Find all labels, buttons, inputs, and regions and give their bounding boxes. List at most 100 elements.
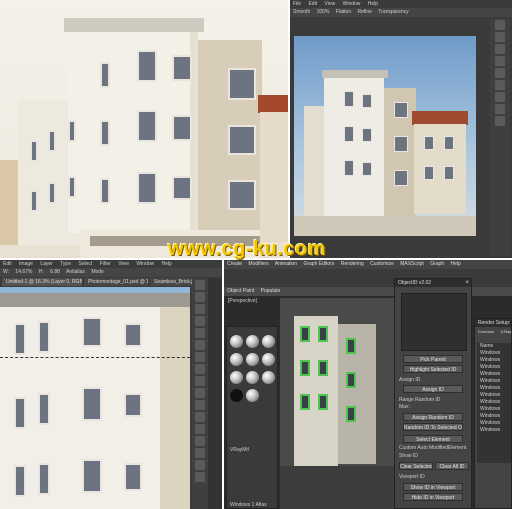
assign-id-button[interactable]: Assign ID (403, 385, 463, 393)
list-item[interactable]: Windows (477, 364, 511, 371)
option[interactable]: W: (3, 269, 9, 275)
list-item[interactable]: Windows (477, 378, 511, 385)
menu-item[interactable]: Create (227, 261, 242, 267)
menu-item[interactable]: Window (343, 1, 361, 7)
close-icon[interactable]: × (465, 279, 469, 287)
menu-item[interactable]: Filter (100, 261, 111, 267)
menu-item[interactable]: MAXScript (400, 261, 424, 267)
tool-button[interactable] (195, 376, 205, 386)
tool-button[interactable] (195, 316, 205, 326)
tool-button[interactable] (195, 460, 205, 470)
menu-item[interactable]: Help (368, 1, 378, 7)
tool-button[interactable] (195, 292, 205, 302)
tool-button[interactable] (195, 412, 205, 422)
material-sphere[interactable] (262, 371, 275, 384)
tool-button[interactable] (495, 80, 505, 90)
tool-button[interactable] (195, 340, 205, 350)
menu-item[interactable]: View (118, 261, 129, 267)
option[interactable]: Refine (358, 9, 372, 15)
random-id-to-selected-button[interactable]: Random ID To Selected Object (403, 423, 463, 431)
highlight-selected-id-button[interactable]: Highlight Selected ID (403, 365, 463, 373)
material-sphere[interactable] (230, 371, 243, 384)
tool-button[interactable] (195, 424, 205, 434)
tool-button[interactable] (195, 400, 205, 410)
perspective-viewport[interactable] (280, 298, 394, 509)
menu-item[interactable]: Edit (308, 1, 317, 7)
select-element-button[interactable]: Select Element (403, 435, 463, 443)
material-sphere[interactable] (262, 353, 275, 366)
tool-button[interactable] (195, 436, 205, 446)
menu-item[interactable]: Customize (370, 261, 394, 267)
render-tab[interactable]: V-Ray (500, 329, 511, 334)
tool-button[interactable] (495, 56, 505, 66)
material-sphere[interactable] (246, 353, 259, 366)
option[interactable]: Antialias (66, 269, 85, 275)
list-item[interactable]: Windows (477, 420, 511, 427)
menu-item[interactable]: File (293, 1, 301, 7)
material-sphere[interactable] (262, 335, 275, 348)
list-item[interactable]: Windows (477, 357, 511, 364)
tool-button[interactable] (195, 388, 205, 398)
menu-item[interactable]: Rendering (341, 261, 364, 267)
option[interactable]: Mode (91, 269, 104, 275)
list-item[interactable]: Windows (477, 350, 511, 357)
tool-button[interactable] (195, 304, 205, 314)
list-item[interactable]: Windows (477, 399, 511, 406)
menu-item[interactable]: Graph Editors (303, 261, 334, 267)
menu-item[interactable]: View (324, 1, 335, 7)
menu-item[interactable]: Layer (40, 261, 53, 267)
menu-item[interactable]: Graph (430, 261, 444, 267)
list-item[interactable]: Windows (477, 406, 511, 413)
menu-item[interactable]: Modifiers (248, 261, 268, 267)
material-sphere[interactable] (230, 335, 243, 348)
tool-button[interactable] (495, 104, 505, 114)
menu-item[interactable]: Animation (275, 261, 297, 267)
menu-item[interactable]: Select (78, 261, 92, 267)
tool-button[interactable] (495, 68, 505, 78)
option[interactable]: 14.67% (15, 269, 32, 275)
list-item[interactable]: Windows (477, 413, 511, 420)
menu-item[interactable]: Edit (3, 261, 12, 267)
hide-id-in-viewport-button[interactable]: Hide ID in Viewport (403, 493, 463, 501)
tool-button[interactable] (495, 116, 505, 126)
option[interactable]: Flatten (336, 9, 351, 15)
tool-button[interactable] (195, 352, 205, 362)
menu-item[interactable]: Window (136, 261, 154, 267)
clear-all-id-button[interactable]: Clear All ID (435, 462, 469, 470)
tool-button[interactable] (195, 280, 205, 290)
material-sphere[interactable] (230, 389, 243, 402)
list-item[interactable]: Windows (477, 427, 511, 434)
tool-button[interactable] (495, 92, 505, 102)
tool-button[interactable] (195, 364, 205, 374)
tool-button[interactable] (495, 44, 505, 54)
tool-button[interactable] (495, 32, 505, 42)
list-item[interactable]: Windows (477, 385, 511, 392)
list-item[interactable]: Windows (477, 371, 511, 378)
option[interactable]: 6.88 (50, 269, 60, 275)
menu-item[interactable]: Help (451, 261, 461, 267)
tool-button[interactable] (495, 20, 505, 30)
assign-random-id-button[interactable]: Assign Random ID (403, 413, 463, 421)
document-tab[interactable]: Photomontage_01.psd @ 10% (84, 278, 148, 286)
clear-selected-id-button[interactable]: Clear Selected ID (399, 462, 433, 470)
pick-parent-button[interactable]: Pick Parent (403, 355, 463, 363)
menu-item[interactable]: Help (162, 261, 172, 267)
menu-item[interactable]: Type (60, 261, 71, 267)
show-id-in-viewport-button[interactable]: Show ID in Viewport (403, 483, 463, 491)
list-item[interactable]: Windows (477, 392, 511, 399)
document-tab[interactable]: Seamless_Brick.jpg @ (150, 278, 192, 286)
material-sphere[interactable] (246, 389, 259, 402)
tool-button[interactable] (195, 328, 205, 338)
list-item[interactable]: Name (477, 343, 511, 350)
render-tab[interactable]: Common (478, 329, 494, 334)
ribbon-tab[interactable]: Object Paint (227, 288, 254, 294)
tool-button[interactable] (195, 448, 205, 458)
tool-button[interactable] (195, 472, 205, 482)
document-tab[interactable]: Untitled-1 @ 16.3% (Layer 0, RGB/8) (2, 278, 82, 286)
ribbon-tab[interactable]: Populate (261, 288, 281, 294)
option[interactable]: Transparency (378, 9, 408, 15)
material-sphere[interactable] (246, 335, 259, 348)
menu-item[interactable]: Image (19, 261, 33, 267)
option[interactable]: H: (39, 269, 44, 275)
option[interactable]: 100% (317, 9, 330, 15)
